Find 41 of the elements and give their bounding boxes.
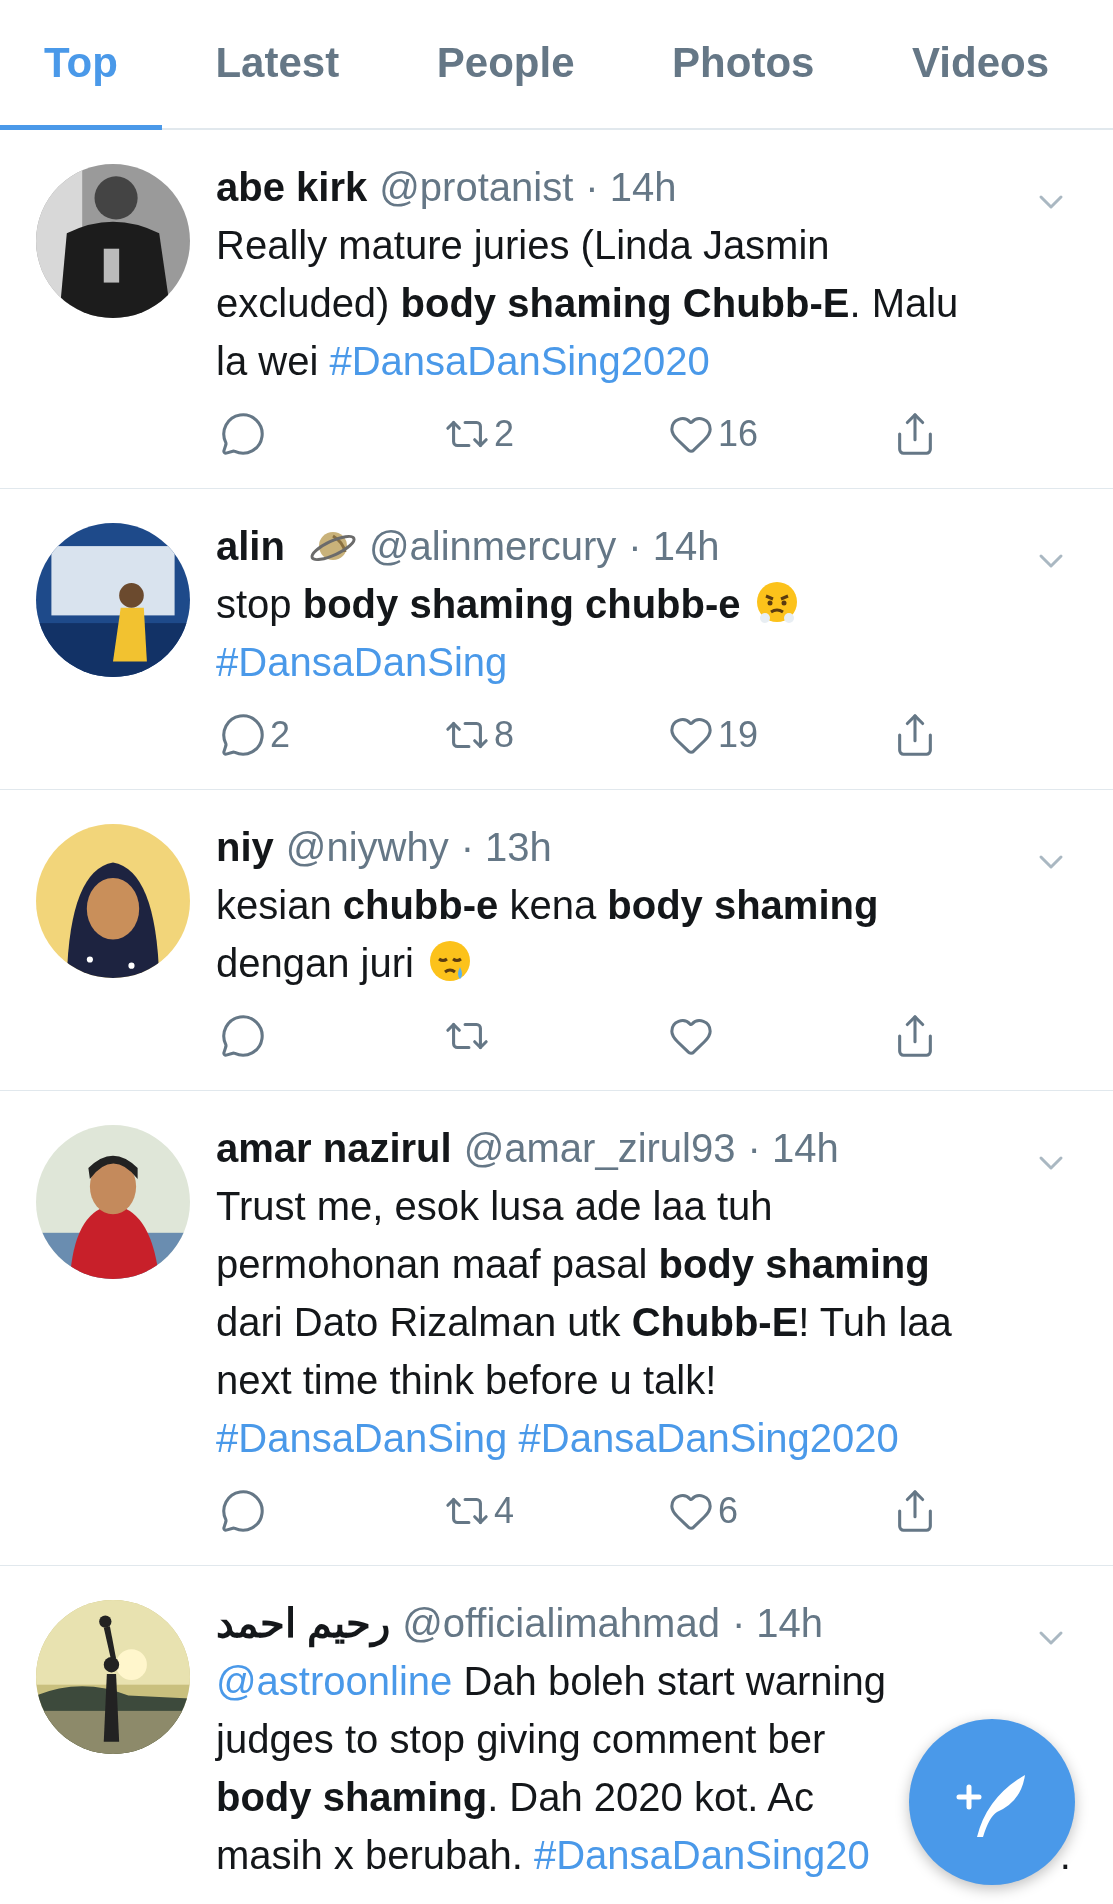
like-button[interactable]: 6 [664, 1488, 739, 1534]
tweet-time: · 14h [731, 1600, 824, 1646]
tab[interactable]: Photos [628, 0, 859, 130]
hashtag-link[interactable]: #DansaDanSing [216, 1416, 508, 1460]
user-handle: @officialimahmad [402, 1600, 720, 1646]
user-name[interactable]: abe kirk [216, 164, 368, 210]
speech-bubble-icon [220, 712, 266, 758]
tab[interactable]: People [392, 0, 619, 130]
tweet-time: · 14h [747, 1125, 839, 1171]
tweet-text: Really mature juries (Linda Jasmin excluded) body shaming Chubb-E. Malu la wei #DansaDanSing2020 [216, 222, 959, 385]
hashtag-link[interactable]: #DansaDanSing2020 [329, 339, 710, 383]
hashtag-link[interactable]: #DansaDanSing [216, 640, 508, 684]
user-name[interactable]: رحيم احمد [216, 1600, 391, 1646]
user-name[interactable]: niy [216, 824, 274, 870]
user-name[interactable]: alin [216, 523, 285, 569]
speech-bubble-icon [220, 1488, 266, 1534]
tweet-time: · 13h [460, 824, 552, 870]
mention-link[interactable]: @astroonline [216, 1659, 453, 1703]
user-handle: @alinmercury [368, 523, 617, 569]
tweet-time: · 14h [585, 164, 677, 210]
tab[interactable]: Latest [171, 0, 384, 130]
reply-button[interactable]: 2 [216, 712, 291, 758]
speech-bubble-icon [220, 1013, 266, 1059]
tweet-text: Trust me, esok lusa ade laa tuh permohonan maaf pasal body shaming dari Dato Rizalman utk Chubb-E! Tuh laa next time think before u talk! #DansaDanSing #DansaDanSing2020 [216, 1183, 952, 1462]
retweet-button[interactable]: 8 [440, 712, 515, 758]
user-handle: @niywhy [285, 824, 449, 870]
user-name[interactable]: amar nazirul [216, 1125, 452, 1171]
tweet-text: stop body shaming chubb-e #DansaDanSing [216, 575, 801, 691]
like-button[interactable]: 19 [664, 712, 759, 758]
like-button[interactable]: 16 [664, 411, 759, 457]
tweet-time: · 14h [628, 523, 720, 569]
speech-bubble-icon [220, 411, 266, 457]
tweet-text: kesian chubb-e kena body shaming dengan juri [216, 882, 879, 987]
user-handle: @amar_zirul93 [463, 1125, 736, 1171]
retweet-button[interactable]: 2 [440, 411, 515, 457]
user-handle: @protanist [379, 164, 574, 210]
tab[interactable]: Top [0, 0, 162, 130]
hashtag-link[interactable]: #DansaDanSing20 [533, 1833, 870, 1877]
hashtag-link[interactable]: #DansaDanSing2020 [518, 1416, 899, 1460]
retweet-button[interactable]: 4 [440, 1488, 515, 1534]
tab[interactable]: Videos [868, 0, 1093, 130]
